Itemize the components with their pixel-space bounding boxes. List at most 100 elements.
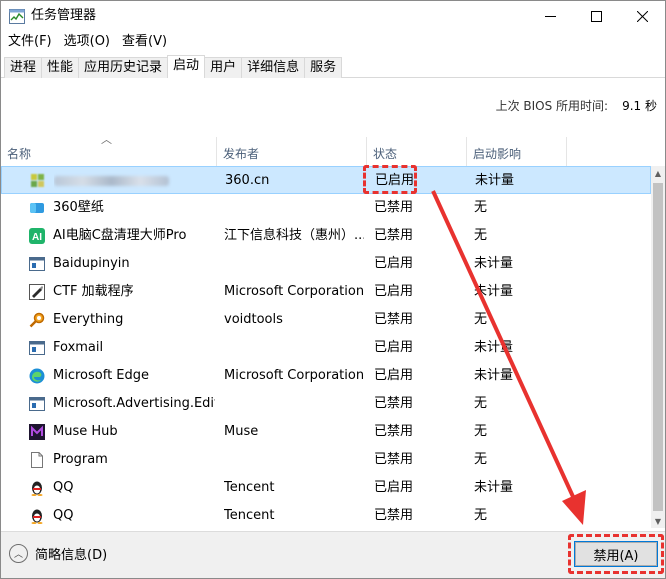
vertical-scrollbar[interactable]: ▲ ▼ [651, 166, 665, 528]
row-publisher: 360.cn [225, 173, 270, 188]
row-publisher: voidtools [224, 312, 283, 327]
row-publisher: 江下信息科技（惠州）... [224, 228, 364, 243]
table-row[interactable]: Program 已禁用 无 [1, 446, 651, 474]
edge-icon [29, 362, 47, 390]
row-impact: 未计量 [474, 256, 514, 271]
blurred-app-icon [30, 167, 48, 195]
app-window-icon [29, 390, 47, 418]
table-row[interactable]: Everything voidtools 已禁用 无 [1, 306, 651, 334]
minimize-button[interactable] [527, 1, 573, 31]
column-publisher[interactable]: 发布者 [217, 137, 367, 166]
column-startup-impact[interactable]: 启动影响 [467, 137, 567, 166]
row-publisher: Tencent [224, 480, 275, 495]
row-status: 已禁用 [374, 396, 414, 411]
row-publisher: Microsoft Corporation [224, 284, 364, 299]
column-header: 名称 发布者 状态 启动影响 [1, 137, 665, 166]
row-status: 已启用 [374, 340, 414, 355]
table-row[interactable]: Microsoft.Advertising.Edit... 已禁用 无 [1, 390, 651, 418]
row-name: Program [53, 452, 108, 467]
tab-users[interactable]: 用户 [204, 57, 243, 78]
table-row[interactable]: Microsoft Edge Microsoft Corporation 已启用… [1, 362, 651, 390]
task-manager-icon [9, 9, 25, 24]
row-status: 已禁用 [374, 200, 414, 215]
row-publisher: Microsoft Corporation [224, 368, 364, 383]
column-status[interactable]: 状态 [367, 137, 467, 166]
tab-app-history[interactable]: 应用历史记录 [78, 57, 169, 78]
menu-view[interactable]: 查看(V) [116, 33, 173, 53]
row-impact: 无 [474, 508, 488, 523]
row-status: 已禁用 [374, 452, 414, 467]
row-impact: 无 [474, 312, 488, 327]
row-status: 已禁用 [374, 228, 414, 243]
scroll-thumb[interactable] [653, 183, 663, 511]
table-row[interactable]: Muse Hub Muse 已禁用 无 [1, 418, 651, 446]
row-publisher [224, 194, 364, 222]
table-row[interactable]: 360壁纸 已禁用 无 [1, 194, 651, 222]
row-name: AI电脑C盘清理大师Pro [53, 228, 187, 243]
table-row[interactable]: AI AI电脑C盘清理大师Pro 江下信息科技（惠州）... 已禁用 无 [1, 222, 651, 250]
row-name: QQ [53, 480, 74, 495]
row-name: Muse Hub [53, 424, 118, 439]
row-status: 已启用 [374, 256, 414, 271]
bios-label: 上次 BIOS 所用时间: [495, 99, 609, 113]
tab-strip: 进程 性能 应用历史记录 启动 用户 详细信息 服务 [4, 55, 343, 78]
row-publisher: Muse [224, 424, 259, 439]
footer-bar: ︿ 简略信息(D) 禁用(A) [1, 531, 665, 578]
row-status: 已禁用 [374, 312, 414, 327]
row-name: QQ [53, 508, 74, 523]
table-row[interactable]: Baidupinyin 已启用 未计量 [1, 250, 651, 278]
close-button[interactable] [619, 1, 665, 31]
menu-options[interactable]: 选项(O) [58, 33, 116, 53]
tab-services[interactable]: 服务 [304, 57, 343, 78]
menu-file[interactable]: 文件(F) [1, 33, 58, 53]
fewer-details-link[interactable]: ︿ 简略信息(D) [9, 544, 107, 563]
row-name: Everything [53, 312, 124, 327]
blurred-name [54, 176, 169, 186]
bios-value: 9.1 秒 [622, 99, 657, 113]
close-icon [636, 10, 648, 22]
muse-hub-icon [29, 418, 47, 446]
blank-file-icon [29, 446, 47, 474]
ctf-icon [29, 278, 47, 306]
tab-startup[interactable]: 启动 [167, 55, 206, 78]
startup-list: 360.cn 已启用 未计量 360壁纸 已禁用 无 AI AI电脑C盘清理大师… [1, 166, 651, 530]
row-publisher [224, 250, 364, 278]
row-name: Microsoft Edge [53, 368, 150, 383]
scroll-up-icon[interactable]: ▲ [651, 166, 665, 180]
maximize-button[interactable] [573, 1, 619, 31]
row-status: 已禁用 [374, 424, 414, 439]
row-impact: 无 [474, 452, 488, 467]
fewer-details-label: 简略信息(D) [35, 548, 108, 563]
row-impact: 未计量 [474, 480, 514, 495]
tab-details[interactable]: 详细信息 [241, 57, 306, 78]
row-publisher [224, 334, 364, 362]
wallpaper-icon [29, 194, 47, 222]
task-manager-window: 任务管理器 文件(F) 选项(O) 查看(V) 进程 性能 应用历史记录 启动 … [0, 0, 666, 579]
menu-bar: 文件(F) 选项(O) 查看(V) [1, 33, 173, 53]
row-status: 已禁用 [374, 508, 414, 523]
row-impact: 无 [474, 200, 488, 215]
table-row[interactable]: CTF 加载程序 Microsoft Corporation 已启用 未计量 [1, 278, 651, 306]
table-row[interactable]: QQ Tencent 已禁用 无 [1, 502, 651, 530]
table-row[interactable]: 360.cn 已启用 未计量 [1, 166, 651, 194]
tab-processes[interactable]: 进程 [4, 57, 43, 78]
row-name: Baidupinyin [53, 256, 130, 271]
table-row[interactable]: Foxmail 已启用 未计量 [1, 334, 651, 362]
row-name: CTF 加载程序 [53, 284, 134, 299]
row-publisher: Tencent [224, 508, 275, 523]
status-highlight-box [363, 165, 417, 194]
row-impact: 无 [474, 424, 488, 439]
row-impact: 未计量 [474, 368, 514, 383]
collapse-chevron-icon: ︿ [9, 544, 28, 563]
row-name: Microsoft.Advertising.Edit... [53, 396, 215, 411]
row-name [54, 167, 216, 195]
table-row[interactable]: QQ Tencent 已启用 未计量 [1, 474, 651, 502]
tab-performance[interactable]: 性能 [41, 57, 80, 78]
qq-penguin-icon [29, 502, 47, 530]
row-impact: 无 [474, 396, 488, 411]
row-publisher [224, 446, 364, 474]
row-status: 已启用 [374, 284, 414, 299]
app-window-icon [29, 250, 47, 278]
column-name[interactable]: 名称 [1, 137, 217, 166]
scroll-down-icon[interactable]: ▼ [651, 514, 665, 528]
